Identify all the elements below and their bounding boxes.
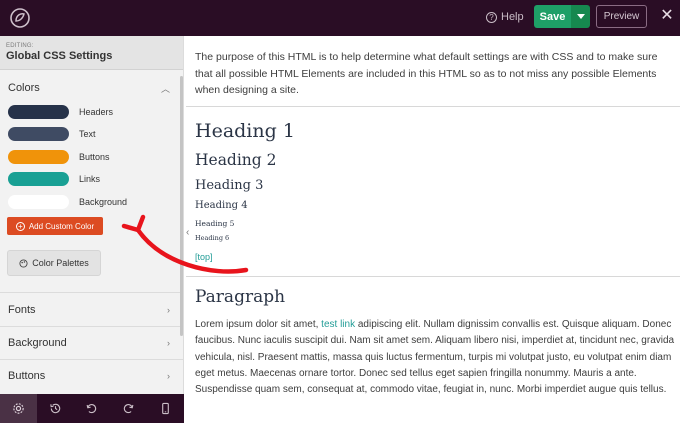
editing-header: EDITING: Global CSS Settings: [0, 36, 183, 70]
top-link[interactable]: [top]: [195, 252, 213, 262]
color-swatch[interactable]: [8, 172, 69, 186]
color-row-background[interactable]: Background: [8, 194, 178, 210]
fonts-heading: Fonts: [8, 304, 36, 316]
color-label: Text: [79, 129, 96, 139]
color-label: Buttons: [79, 152, 110, 162]
horizontal-rule: [186, 106, 680, 107]
heading-3: Heading 3: [195, 178, 264, 193]
section-divider: [0, 326, 183, 327]
color-swatch[interactable]: [8, 105, 69, 119]
test-link[interactable]: test link: [321, 319, 355, 330]
paragraph-heading: Paragraph: [195, 287, 286, 307]
save-button[interactable]: Save: [534, 5, 571, 28]
close-icon[interactable]: ✕: [659, 8, 675, 24]
heading-6: Heading 6: [195, 234, 230, 242]
fonts-section-toggle[interactable]: Fonts ›: [0, 299, 183, 321]
color-palettes-button[interactable]: Color Palettes: [7, 250, 101, 276]
background-section-toggle[interactable]: Background ›: [0, 332, 183, 354]
page-preview: The purpose of this HTML is to help dete…: [186, 36, 680, 423]
color-row-text[interactable]: Text: [8, 126, 178, 142]
settings-button[interactable]: [0, 394, 37, 423]
redo-icon: [124, 404, 134, 414]
chevron-right-icon: ›: [167, 371, 170, 381]
logo-icon[interactable]: [8, 6, 32, 30]
settings-icon: [13, 403, 24, 414]
top-bar: ? Help Save Preview ✕: [0, 0, 680, 36]
palette-icon: [19, 258, 28, 268]
history-button[interactable]: [37, 394, 74, 423]
redo-button[interactable]: [110, 394, 147, 423]
color-palettes-label: Color Palettes: [32, 258, 89, 268]
undo-button[interactable]: [74, 394, 111, 423]
bottom-toolbar: [0, 394, 184, 423]
intro-paragraph: The purpose of this HTML is to help dete…: [195, 51, 658, 96]
paragraph-text: Lorem ipsum dolor sit amet,: [195, 319, 322, 330]
help-icon: ?: [486, 11, 497, 23]
background-heading: Background: [8, 337, 67, 349]
heading-5: Heading 5: [195, 219, 235, 228]
color-swatch[interactable]: [8, 195, 69, 209]
editing-label: EDITING:: [6, 43, 34, 49]
color-swatch[interactable]: [8, 150, 69, 164]
heading-4: Heading 4: [195, 200, 248, 211]
add-custom-color-button[interactable]: + Add Custom Color: [7, 217, 103, 235]
paragraph-body: Lorem ipsum dolor sit amet, test link ad…: [195, 317, 677, 398]
sidebar-scrollbar[interactable]: [180, 76, 183, 336]
horizontal-rule: [186, 276, 680, 277]
chevron-right-icon: ›: [167, 305, 170, 315]
color-label: Links: [79, 174, 101, 184]
section-divider: [0, 292, 183, 293]
add-custom-color-label: Add Custom Color: [28, 221, 95, 231]
section-divider: [0, 359, 183, 360]
buttons-heading: Buttons: [8, 370, 46, 382]
save-options-caret-icon[interactable]: [571, 5, 590, 28]
mobile-preview-icon: [162, 402, 169, 415]
plus-circle-icon: +: [15, 221, 25, 231]
heading-1: Heading 1: [195, 120, 295, 142]
undo-icon: [87, 404, 97, 414]
chevron-right-icon: ›: [167, 338, 170, 348]
color-label: Background: [79, 197, 128, 207]
chevron-up-icon: ︿: [160, 83, 170, 94]
color-row-links[interactable]: Links: [8, 171, 178, 187]
colors-section-toggle[interactable]: Colors ︿: [0, 77, 183, 99]
history-icon: [49, 403, 60, 414]
color-row-headers[interactable]: Headers: [8, 104, 178, 120]
colors-heading: Colors: [8, 82, 40, 94]
paragraph-text: adipiscing elit. Nullam dignissim conval…: [195, 319, 675, 396]
heading-2: Heading 2: [195, 151, 277, 169]
help-link[interactable]: ? Help: [486, 11, 524, 23]
help-label: Help: [501, 11, 524, 23]
buttons-section-toggle[interactable]: Buttons ›: [0, 365, 183, 387]
color-label: Headers: [79, 107, 114, 117]
editing-title: Global CSS Settings: [6, 50, 113, 62]
color-swatch[interactable]: [8, 127, 69, 141]
preview-button[interactable]: Preview: [596, 5, 647, 28]
mobile-preview-button[interactable]: [147, 394, 184, 423]
sidebar: EDITING: Global CSS Settings Colors ︿ He…: [0, 36, 184, 394]
color-row-buttons[interactable]: Buttons: [8, 149, 178, 165]
